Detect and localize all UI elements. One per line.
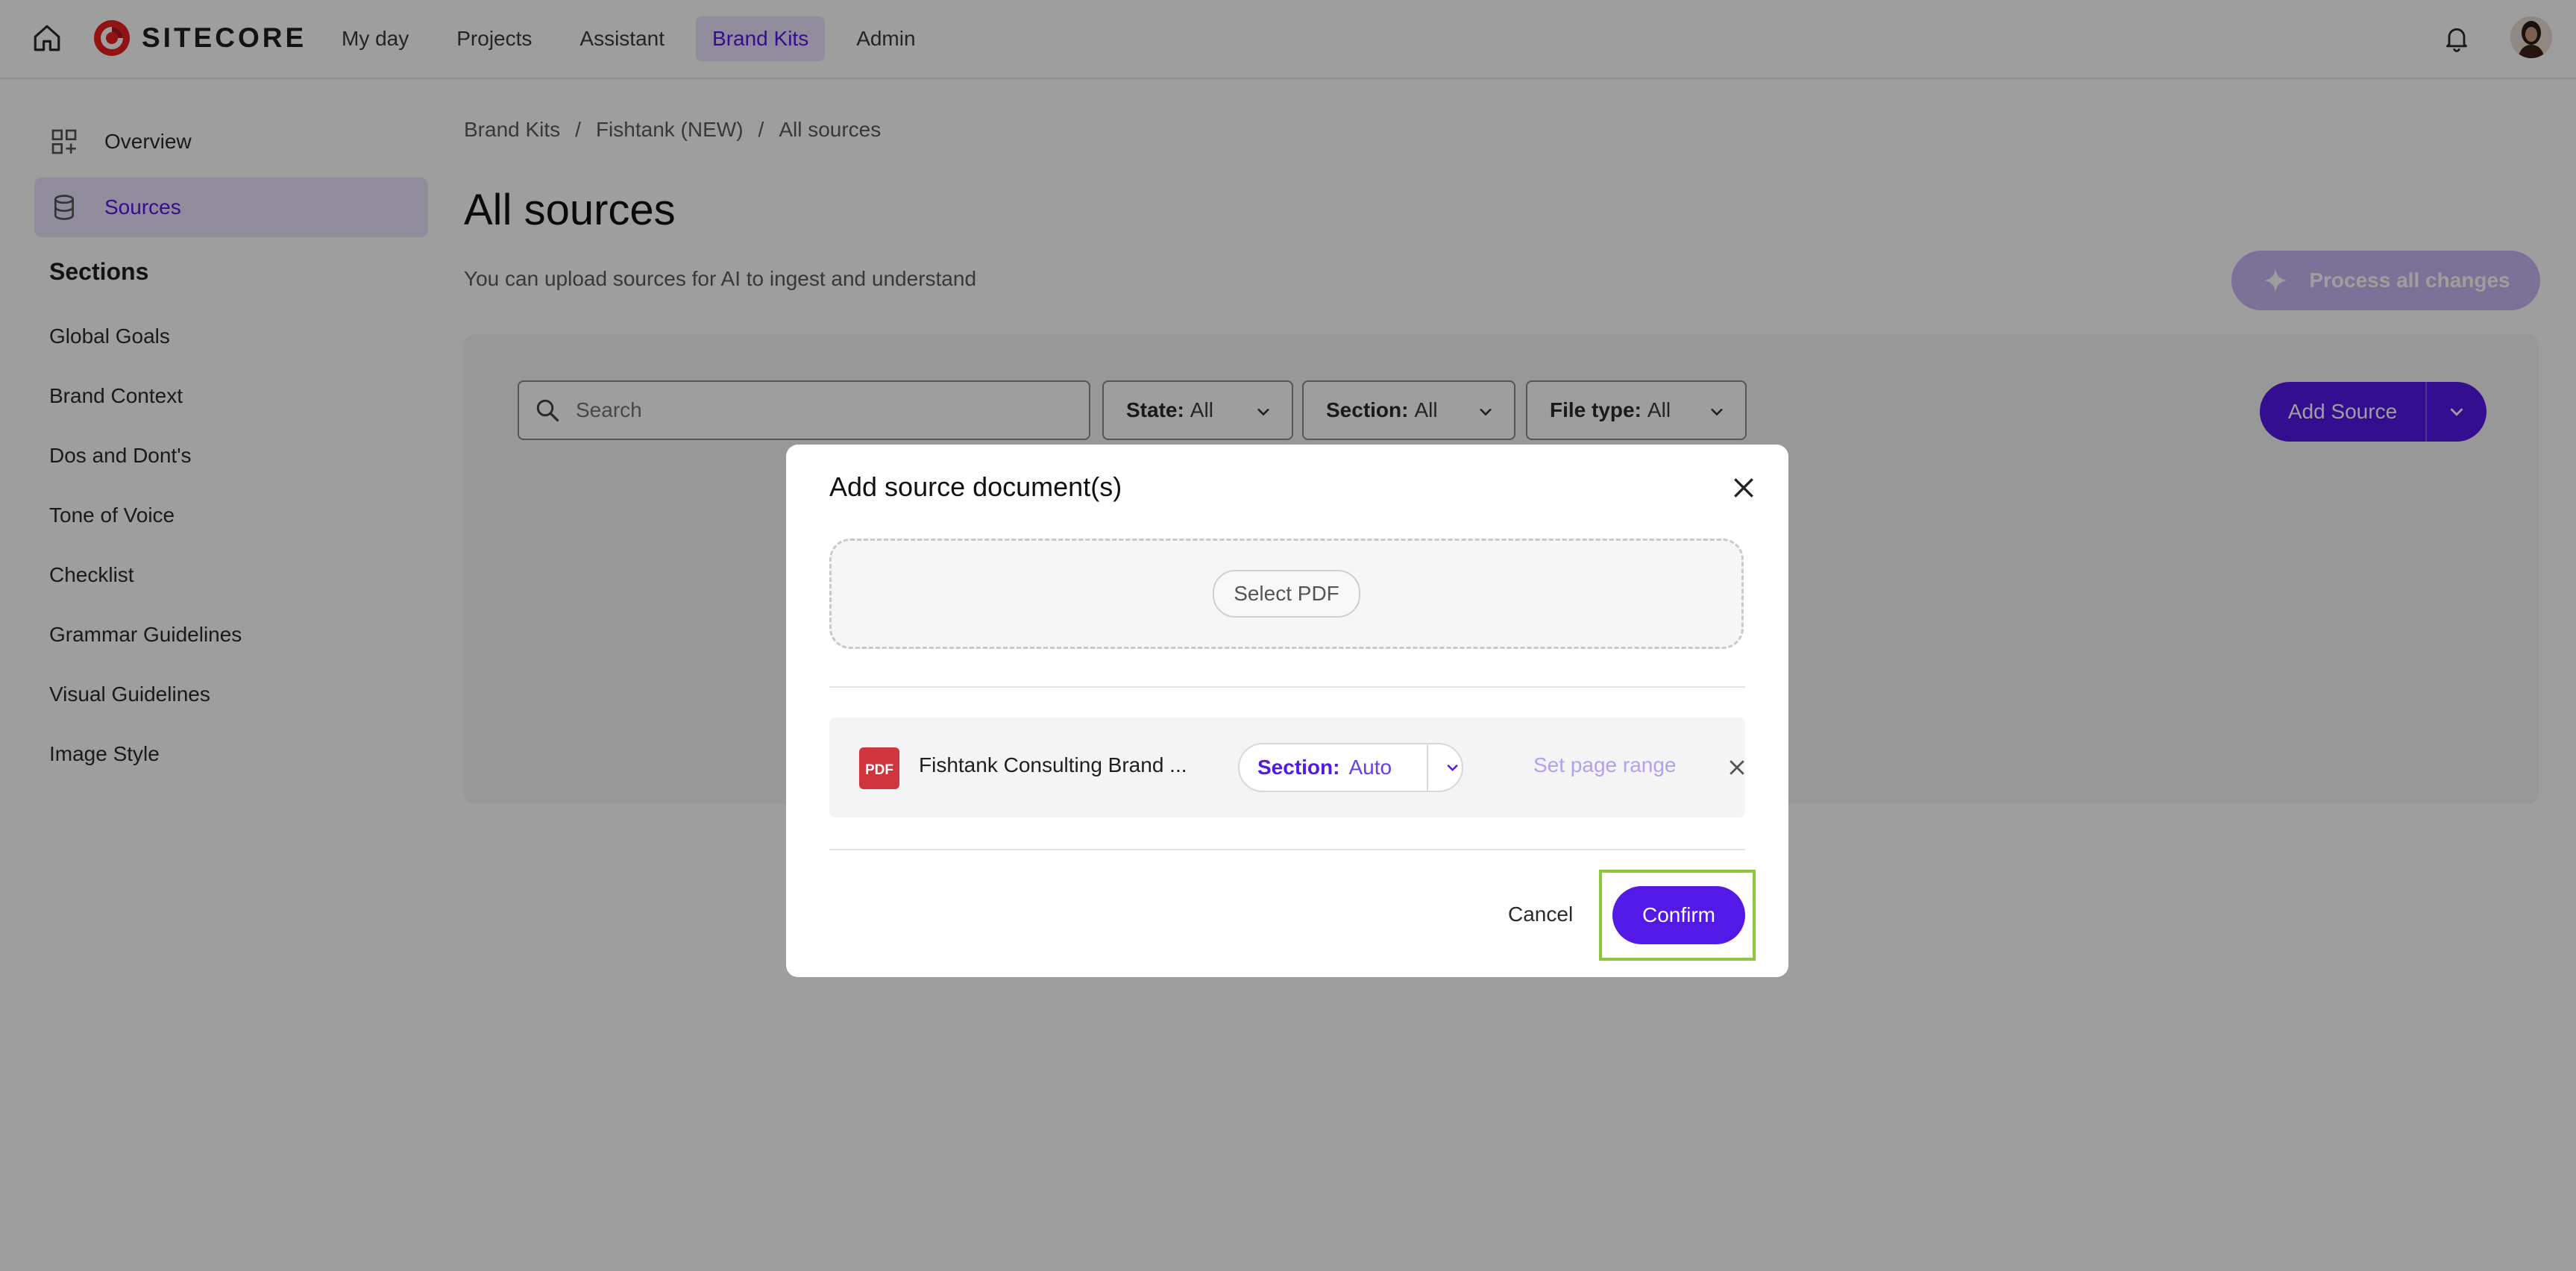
confirm-button[interactable]: Confirm: [1612, 886, 1745, 944]
divider: [829, 849, 1745, 850]
file-section-selector[interactable]: Section: Auto: [1240, 756, 1427, 779]
pdf-file-icon: PDF: [859, 747, 899, 789]
file-section-label: Section:: [1257, 756, 1340, 779]
set-page-range-link[interactable]: Set page range: [1533, 753, 1677, 777]
file-name: Fishtank Consulting Brand ...: [919, 753, 1187, 776]
dialog-title: Add source document(s): [829, 471, 1122, 502]
file-section-value: Auto: [1348, 756, 1392, 779]
add-source-dialog: Add source document(s) Select PDF PDF Fi…: [786, 445, 1788, 977]
remove-file-icon[interactable]: [1726, 756, 1748, 779]
split-divider: [1426, 743, 1428, 792]
select-pdf-button[interactable]: Select PDF: [1213, 570, 1360, 618]
chevron-down-icon[interactable]: [1443, 758, 1462, 777]
divider: [829, 686, 1745, 688]
file-dropzone[interactable]: Select PDF: [829, 539, 1744, 649]
close-icon[interactable]: [1729, 473, 1759, 503]
pdf-icon-text: PDF: [865, 762, 893, 778]
cancel-button[interactable]: Cancel: [1508, 903, 1573, 926]
file-section-dropdown[interactable]: Section: Auto: [1238, 743, 1463, 792]
file-list-item: PDF Fishtank Consulting Brand ... Sectio…: [829, 718, 1745, 817]
